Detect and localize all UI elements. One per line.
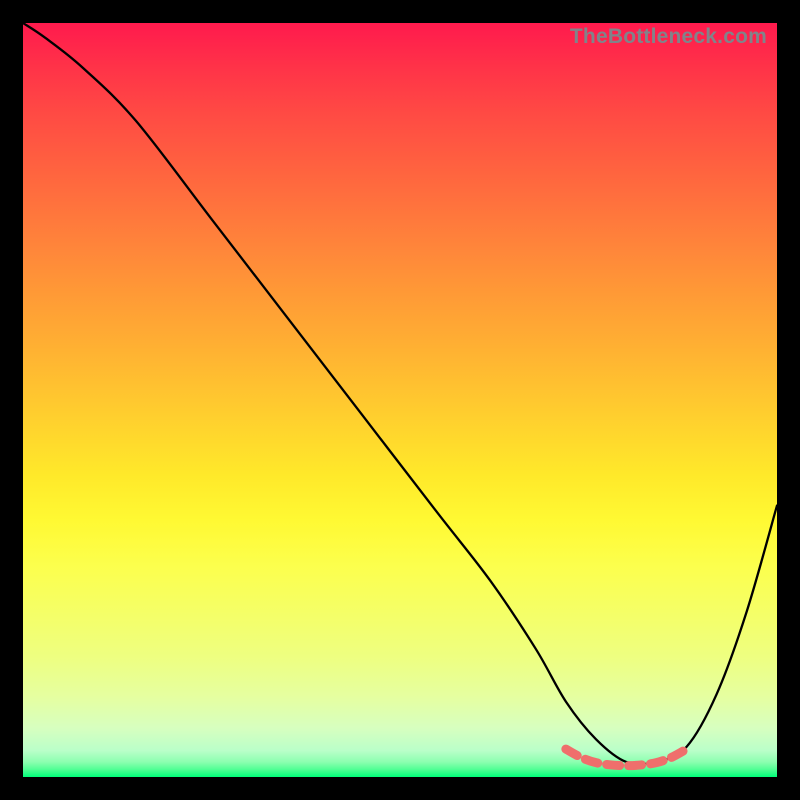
optimal-range-highlight (566, 749, 687, 766)
plot-area: TheBottleneck.com (23, 23, 777, 777)
bottleneck-curve (23, 23, 777, 764)
chart-container: TheBottleneck.com (0, 0, 800, 800)
curve-svg (23, 23, 777, 777)
